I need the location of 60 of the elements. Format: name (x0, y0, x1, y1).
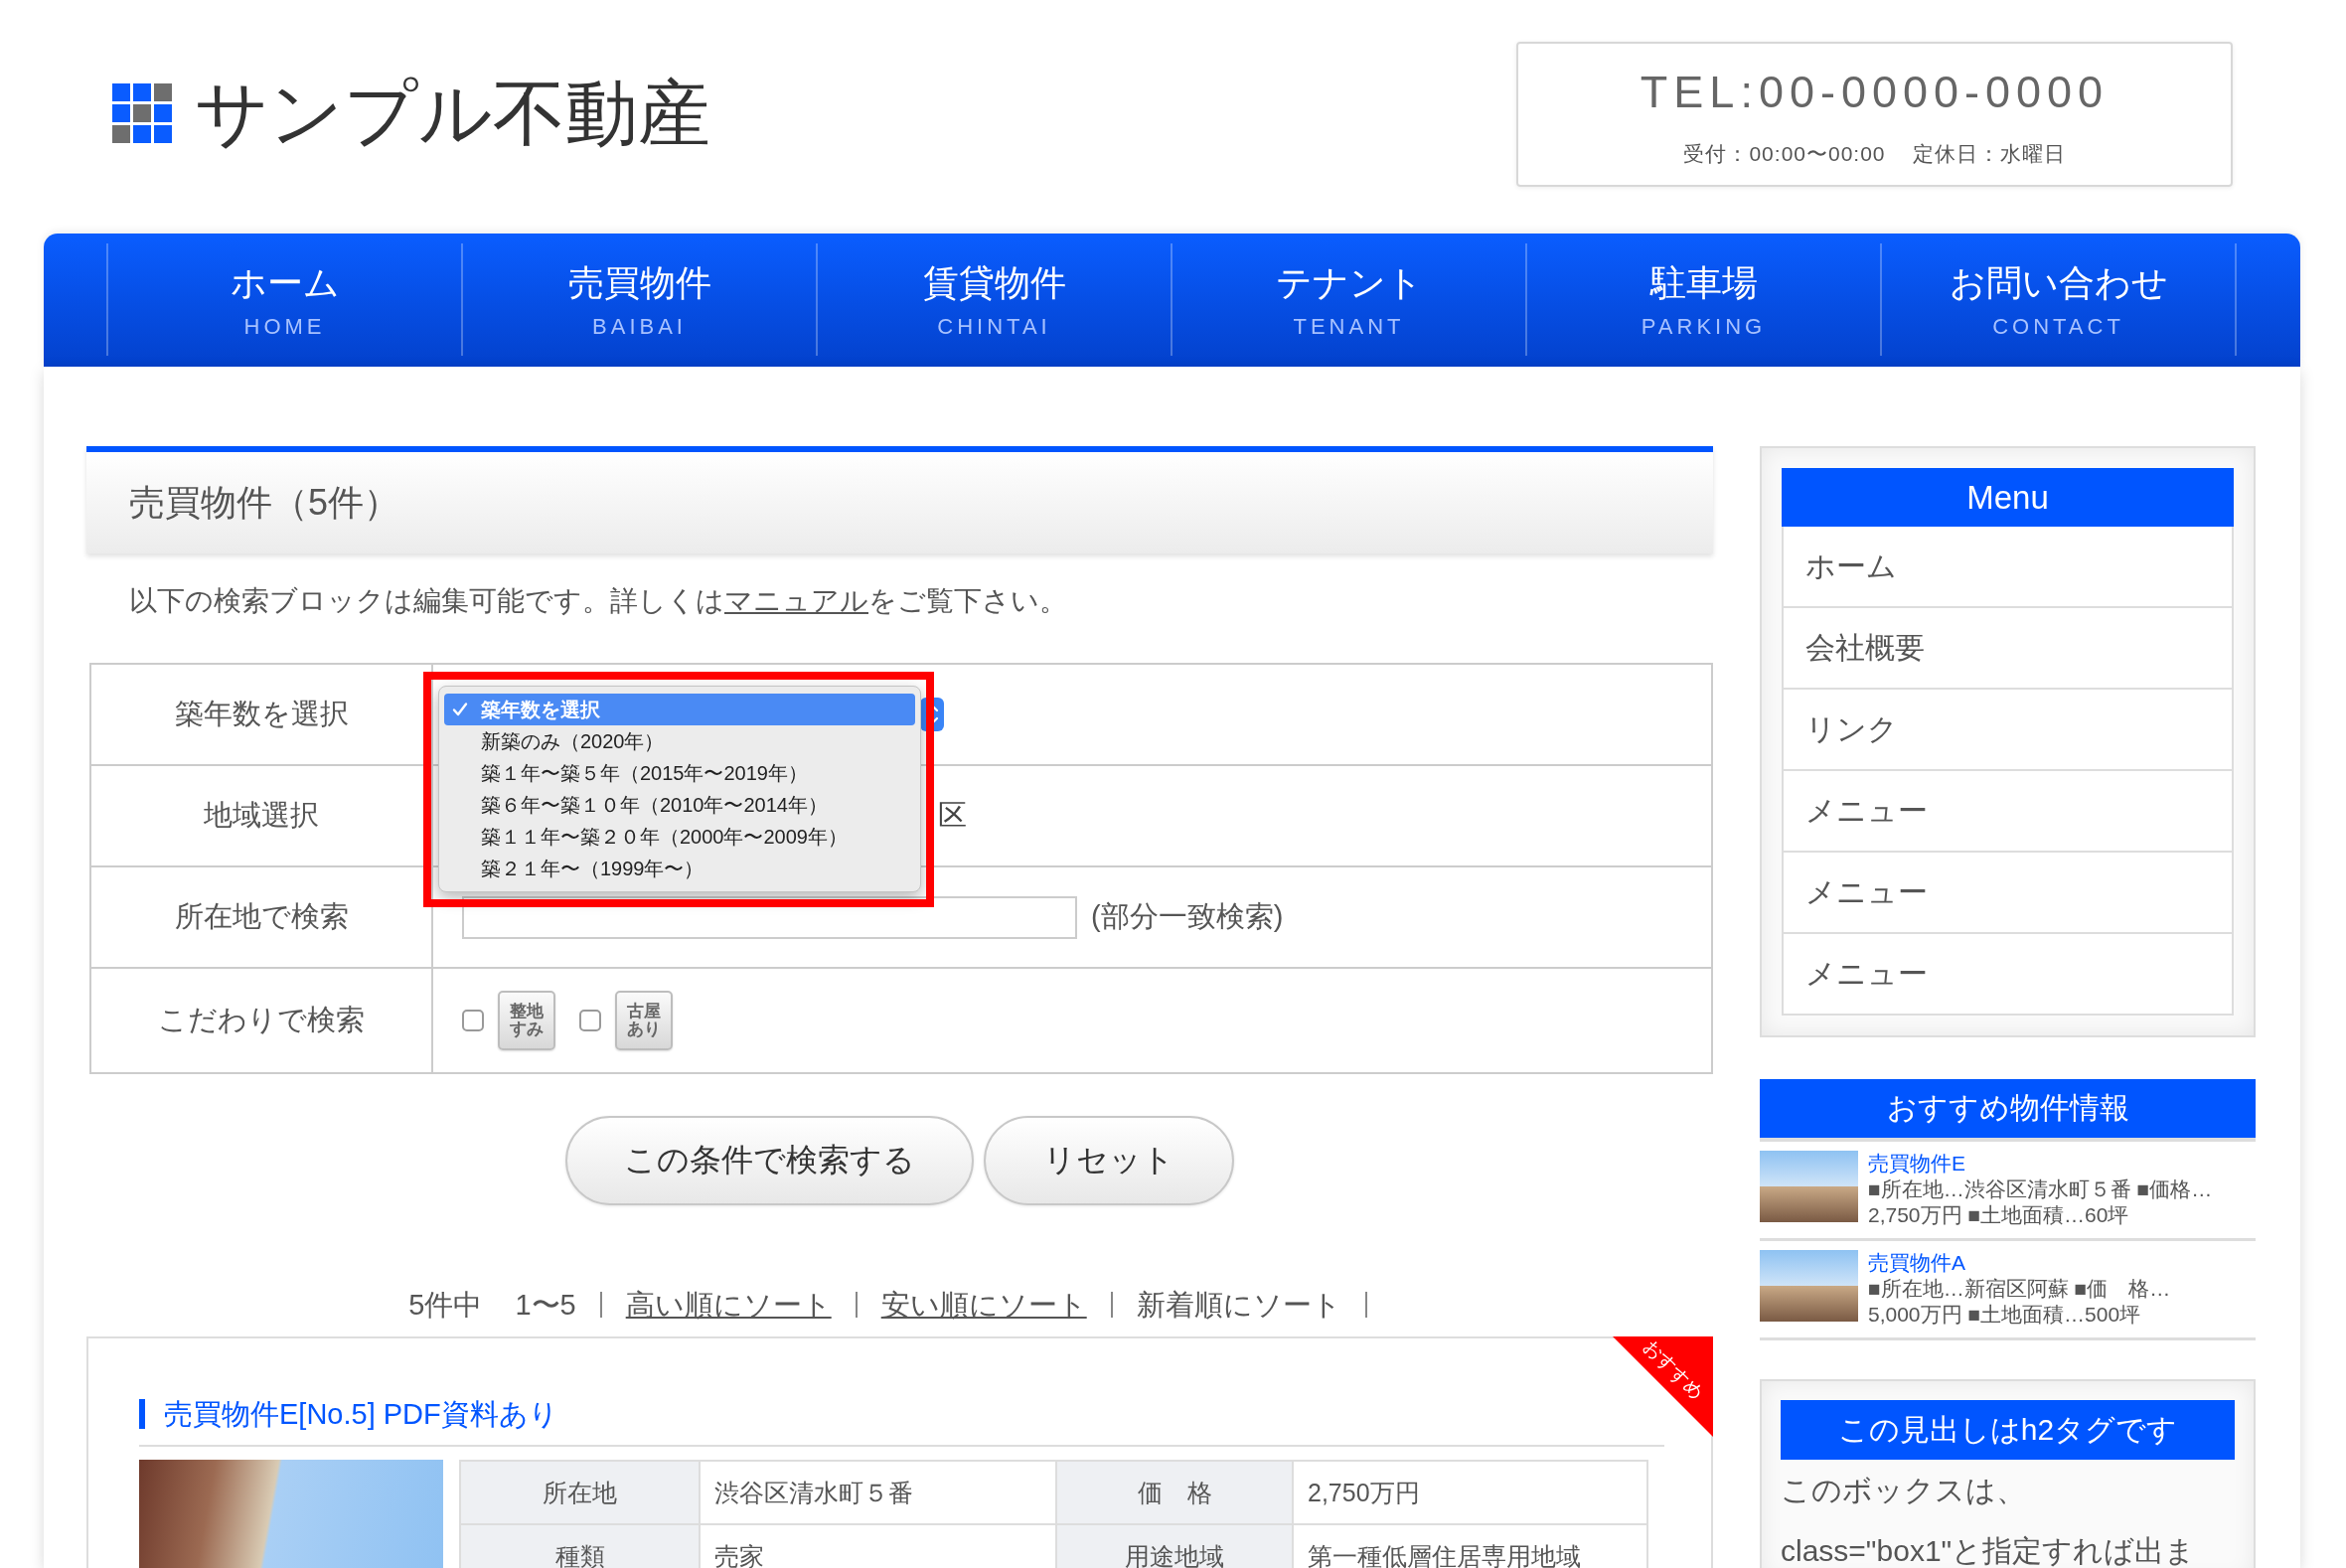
result-count: 5件中 (408, 1288, 483, 1323)
sidebar-menu-item[interactable]: 会社概要 (1782, 608, 2234, 690)
reset-button[interactable]: リセット (984, 1116, 1234, 1205)
nav-link[interactable]: 駐車場 PARKING (1525, 243, 1880, 356)
field-label: こだわりで検索 (158, 1003, 365, 1037)
feature-tag: 整地すみ (498, 991, 555, 1050)
phone-number: TEL:00-0000-0000 (1640, 70, 2110, 115)
spec-value: 渋谷区清水町５番 (700, 1461, 1056, 1524)
sidebar-menu-item[interactable]: メニュー (1782, 853, 2234, 934)
dropdown-option[interactable]: 新築のみ（2020年） (444, 725, 915, 757)
sidebar-menu-item[interactable]: メニュー (1782, 934, 2234, 1016)
sidebar-menu-item[interactable]: メニュー (1782, 771, 2234, 853)
featured-property-link[interactable]: 売買物件E (1868, 1151, 2221, 1176)
featured-property-details: ■所在地…渋谷区清水町５番 ■価格…2,750万円 ■土地面積…60坪 (1868, 1176, 2214, 1228)
business-hours-text: 受付：00:00〜00:00 (1683, 143, 1886, 165)
checkbox[interactable] (579, 1010, 601, 1031)
spec-value: 2,750万円 (1293, 1461, 1647, 1524)
spec-value: 売家 (700, 1524, 1056, 1568)
section-title: おすすめ物件情報 (1760, 1079, 2256, 1142)
recommended-ribbon: おすすめ (1613, 1336, 1713, 1437)
dropdown-option[interactable]: 築６年〜築１０年（2010年〜2014年） (444, 789, 915, 821)
spec-label: 用途地域 (1056, 1524, 1293, 1568)
nav-link[interactable]: お問い合わせ CONTACT (1880, 243, 2235, 356)
search-button[interactable]: この条件で検索する (565, 1116, 974, 1205)
intro-text: 以下の検索ブロックは編集可能です。詳しくはマニュアルをご覧下さい。 (128, 584, 1068, 618)
area-option-text: 区 (938, 798, 967, 833)
field-label: 地域選択 (204, 798, 319, 833)
spec-label: 価 格 (1056, 1461, 1293, 1524)
feature-tag: 古屋あり (615, 991, 673, 1050)
nav-link[interactable]: 売買物件 BAIBAI (461, 243, 816, 356)
featured-property-details: ■所在地…新宿区阿蘇 ■価 格…5,000万円 ■土地面積…500坪 (1868, 1276, 2172, 1328)
match-note: (部分一致検索) (1091, 899, 1284, 934)
spec-label: 所在地 (460, 1461, 700, 1524)
nav-link[interactable]: テナント TENANT (1171, 243, 1525, 356)
sidebar-menu-item[interactable]: リンク (1782, 690, 2234, 771)
field-label: 所在地で検索 (174, 899, 349, 934)
sort-link[interactable]: 高い順にソート (625, 1287, 832, 1323)
section-title: この見出しはh2タグです (1781, 1400, 2235, 1460)
current-sort-text: 新着順にソート (1136, 1288, 1341, 1323)
dropdown-option[interactable]: 築１１年〜築２０年（2000年〜2009年） (444, 821, 915, 853)
featured-property-link[interactable]: 売買物件A (1868, 1250, 2221, 1276)
sort-link[interactable]: 安い順にソート (880, 1287, 1087, 1323)
info-text: このボックスは、 class="box1"と指定すれば出ま (1781, 1473, 2197, 1568)
field-label: 築年数を選択 (174, 697, 349, 731)
dropdown-option[interactable]: 築２１年〜（1999年〜） (444, 853, 915, 884)
dropdown-option[interactable]: 築１年〜築５年（2015年〜2019年） (444, 757, 915, 789)
result-range: 1〜5 (515, 1288, 576, 1323)
menu-title: Menu (1782, 468, 2234, 527)
nav-link[interactable]: ホーム HOME (106, 243, 461, 356)
spec-value: 第一種低層住居専用地域 (1293, 1524, 1647, 1568)
listing-title-link[interactable]: 売買物件E[No.5] PDF資料あり (139, 1399, 558, 1429)
section-heading: 売買物件（5件） (86, 446, 1713, 553)
site-logo-text[interactable]: サンプル不動産 (195, 77, 710, 149)
sidebar-menu-item[interactable]: ホーム (1782, 527, 2234, 608)
checkmark-icon (452, 702, 468, 717)
grid-logo-icon (112, 82, 172, 143)
business-hours-text: 定休日：水曜日 (1912, 143, 2066, 165)
checkbox[interactable] (462, 1010, 484, 1031)
nav-link[interactable]: 賃貸物件 CHINTAI (816, 243, 1171, 356)
manual-link[interactable]: マニュアル (724, 585, 868, 616)
